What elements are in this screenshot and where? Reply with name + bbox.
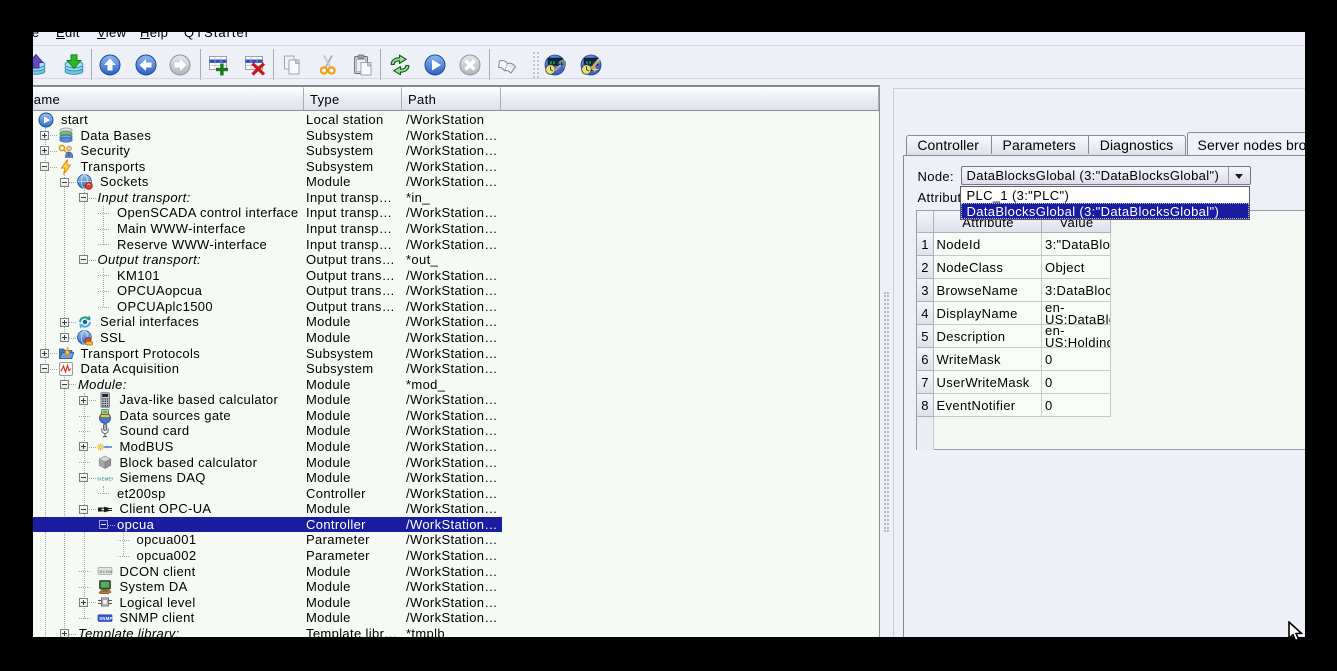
svg-text:SIEMENS: SIEMENS xyxy=(97,476,113,481)
svg-text:SNMP: SNMP xyxy=(99,616,113,621)
svg-text:DCON: DCON xyxy=(99,569,112,574)
